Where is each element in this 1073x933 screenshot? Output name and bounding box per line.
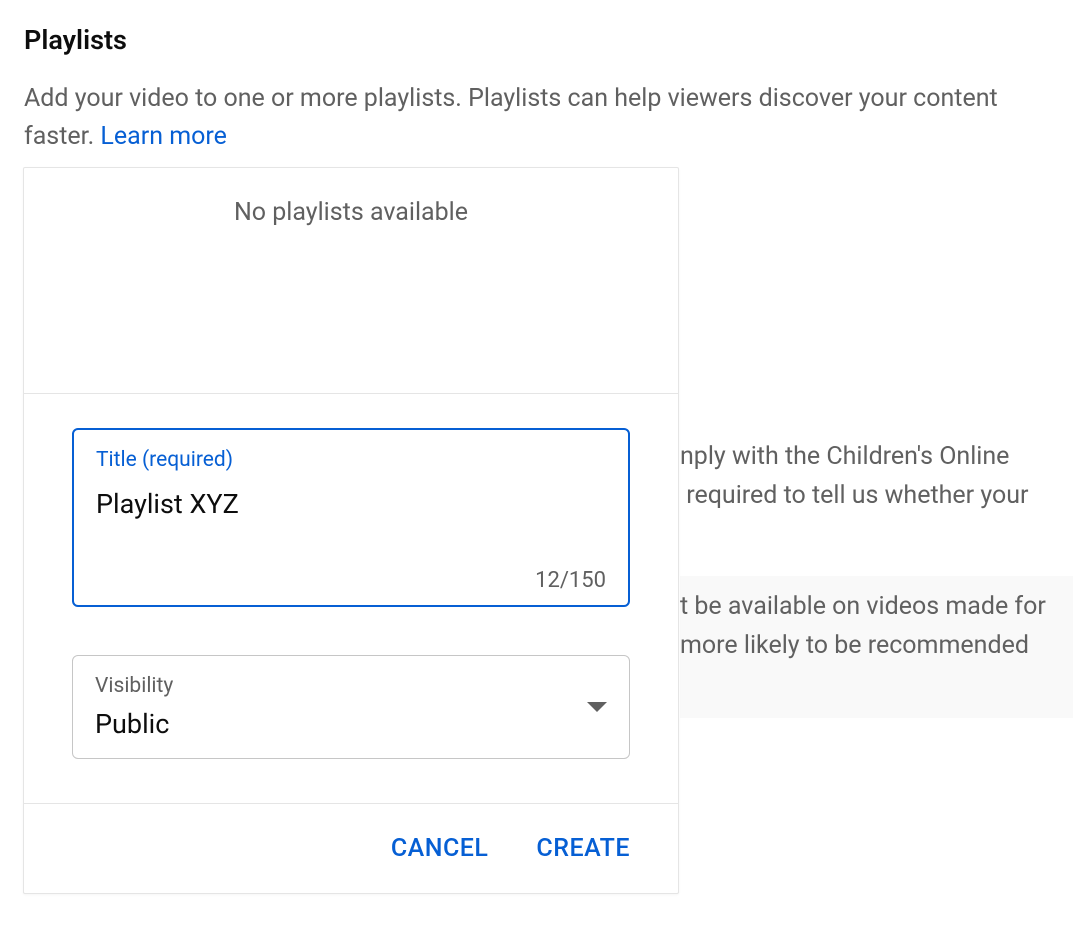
section-title: Playlists <box>24 24 1049 56</box>
popup-form-body: Title (required) 12/150 Visibility Publi… <box>24 394 678 804</box>
chevron-down-icon <box>587 702 607 712</box>
visibility-dropdown[interactable]: Visibility Public <box>72 655 630 759</box>
learn-more-link[interactable]: Learn more <box>100 122 226 151</box>
title-field-container[interactable]: Title (required) 12/150 <box>72 428 630 607</box>
popup-footer: CANCEL CREATE <box>24 804 678 893</box>
playlist-list-area: No playlists available <box>24 168 678 394</box>
title-char-counter: 12/150 <box>96 568 606 593</box>
create-playlist-popup: No playlists available Title (required) … <box>23 167 679 894</box>
visibility-label: Visibility <box>95 674 173 698</box>
visibility-value: Public <box>95 708 173 740</box>
background-info-box: t be available on videos made for more l… <box>680 576 1073 718</box>
title-field-label: Title (required) <box>96 448 606 472</box>
background-text-coppa: nply with the Children's Online required… <box>680 438 1029 516</box>
no-playlists-message: No playlists available <box>24 198 678 227</box>
section-description: Add your video to one or more playlists.… <box>24 80 1044 155</box>
cancel-button[interactable]: CANCEL <box>391 834 489 863</box>
playlist-title-input[interactable] <box>96 488 606 520</box>
create-button[interactable]: CREATE <box>536 834 630 863</box>
